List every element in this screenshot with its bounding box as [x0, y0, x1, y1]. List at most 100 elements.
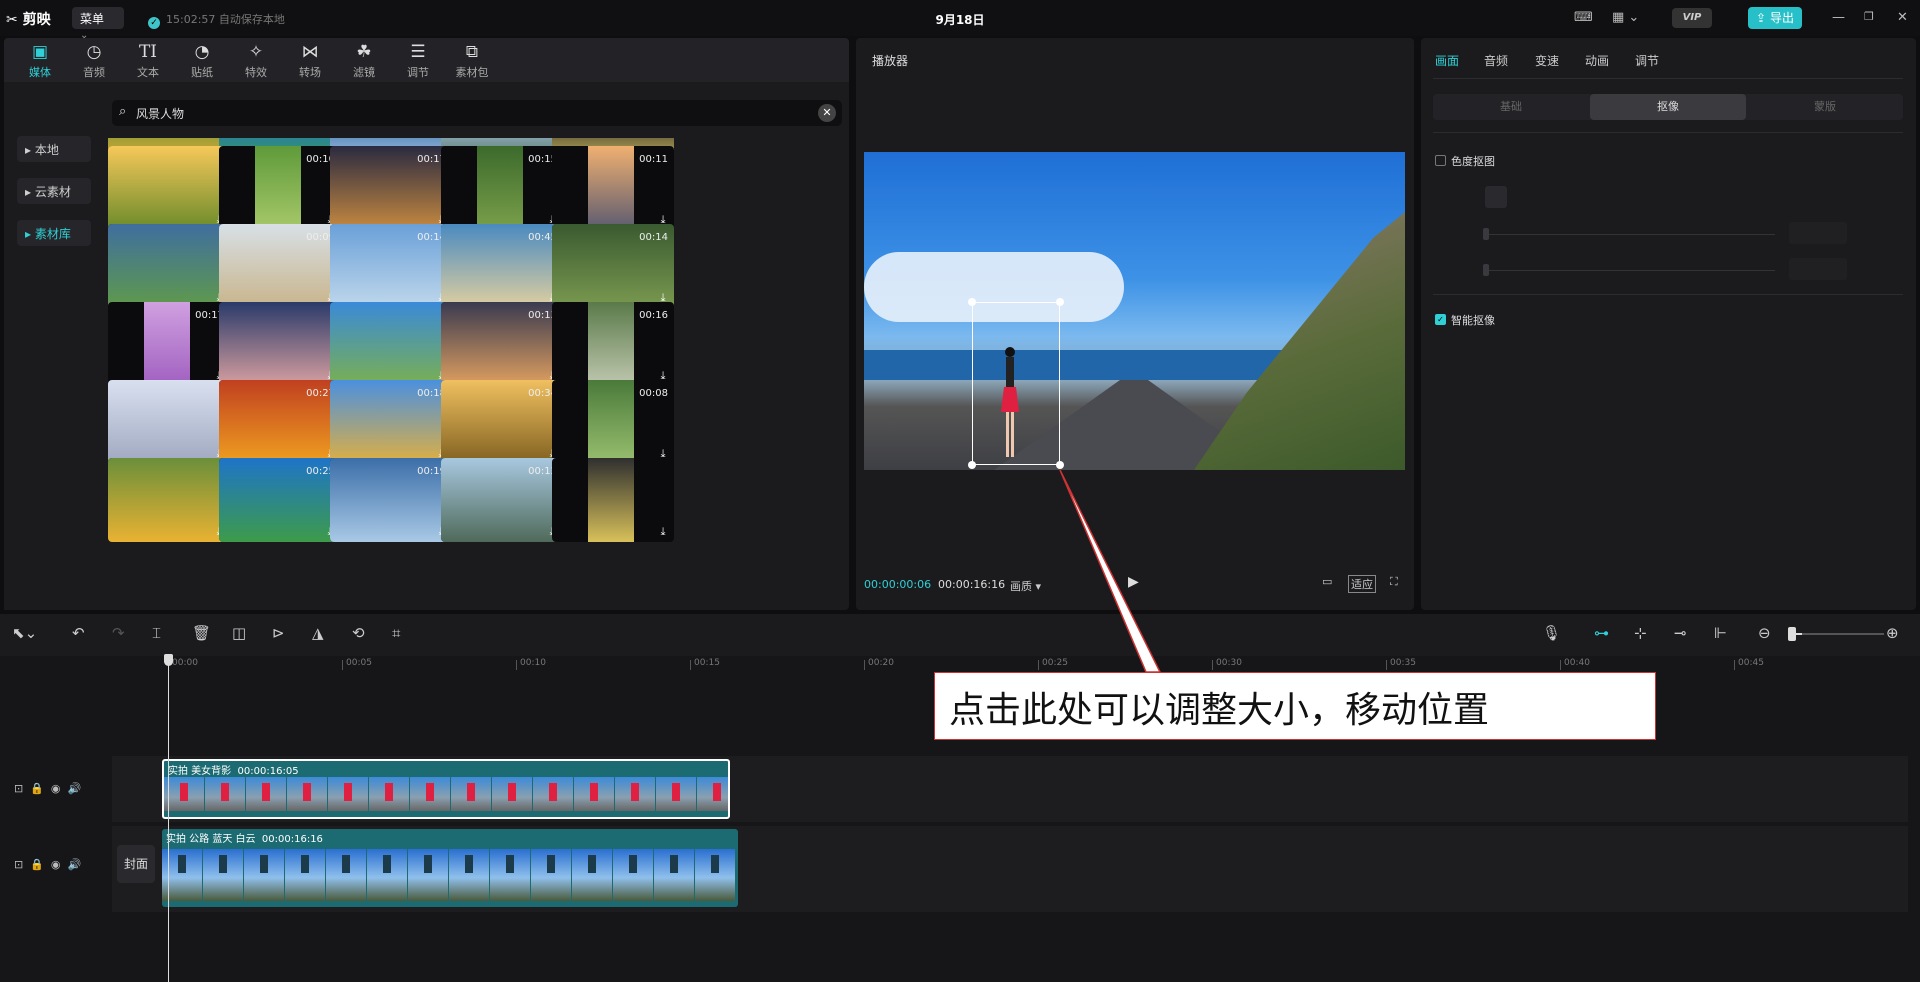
restore-icon[interactable]: ❐: [1864, 10, 1874, 23]
track-video-icon[interactable]: ⊡: [14, 858, 23, 871]
media-thumbnail[interactable]: ⤓: [108, 458, 230, 542]
media-thumbnail[interactable]: 00:13⤓: [441, 302, 563, 386]
media-thumbnail[interactable]: 00:14⤓: [330, 224, 452, 308]
zoom-in-icon[interactable]: ⊕: [1886, 624, 1899, 642]
close-icon[interactable]: ✕: [1897, 10, 1908, 25]
undo-icon[interactable]: ↶: [72, 624, 85, 642]
adapt-button[interactable]: 适应: [1348, 575, 1376, 593]
tab-text[interactable]: TI 文本: [122, 42, 174, 80]
intensity-slider[interactable]: [1485, 234, 1775, 235]
cover-button[interactable]: 封面: [117, 845, 155, 883]
select-tool-icon[interactable]: ⬉⌄: [12, 624, 37, 642]
layout-icon[interactable]: ▦ ⌄: [1612, 10, 1639, 25]
microphone-icon[interactable]: 🎙: [1542, 624, 1561, 642]
sidebar-item-cloud[interactable]: ▸ 云素材: [17, 178, 91, 204]
tab-transition[interactable]: ⋈ 转场: [284, 42, 336, 80]
video-preview[interactable]: ⟳: [864, 152, 1405, 470]
crop-icon[interactable]: ⌗: [392, 624, 400, 642]
segment-cutout[interactable]: 抠像: [1590, 94, 1746, 120]
speaker-icon[interactable]: 🔊: [68, 782, 82, 795]
minimize-icon[interactable]: —: [1832, 10, 1845, 25]
clip-woman[interactable]: 实拍 美女背影 00:00:16:05: [162, 759, 730, 819]
chroma-key-checkbox[interactable]: [1435, 155, 1446, 166]
link-icon[interactable]: ⊸: [1674, 624, 1687, 642]
media-thumbnail[interactable]: 00:25⤓: [219, 458, 341, 542]
split-icon[interactable]: ⌶: [152, 624, 161, 642]
fullscreen-icon[interactable]: ⛶: [1390, 575, 1398, 589]
media-thumbnail[interactable]: 00:11 ⤓: [552, 146, 674, 230]
search-input[interactable]: ⌕ 风景人物 ✕: [112, 100, 842, 126]
lock-icon[interactable]: 🔒: [30, 858, 44, 871]
tab-filter[interactable]: ☘ 滤镜: [338, 42, 390, 80]
rotate-icon[interactable]: ⟲: [352, 624, 365, 642]
shadow-slider[interactable]: [1485, 270, 1775, 271]
media-thumbnail[interactable]: ⤓: [108, 380, 230, 464]
tab-package[interactable]: ⧉ 素材包: [446, 42, 498, 80]
zoom-slider[interactable]: [1802, 633, 1884, 635]
media-thumbnail[interactable]: 00:10⤓: [219, 146, 341, 230]
media-thumbnail[interactable]: 00:17⤓: [330, 146, 452, 230]
playhead[interactable]: [168, 654, 169, 982]
play-icon[interactable]: ▶: [1128, 574, 1139, 590]
clip-road[interactable]: 实拍 公路 蓝天 白云 00:00:16:16: [162, 829, 738, 907]
track-video-icon[interactable]: ⊡: [14, 782, 23, 795]
media-thumbnail[interactable]: 00:18⤓: [330, 380, 452, 464]
tab-audio[interactable]: ◷ 音频: [68, 42, 120, 80]
intensity-slider-knob[interactable]: [1483, 228, 1489, 240]
tab-adjust-props[interactable]: 调节: [1635, 52, 1659, 69]
playhead-knob[interactable]: [164, 654, 173, 666]
media-thumbnail[interactable]: 00:12⤓: [441, 458, 563, 542]
resize-handle-tl[interactable]: [968, 298, 976, 306]
media-thumbnail[interactable]: ⤓: [552, 458, 674, 542]
keyboard-icon[interactable]: ⌨: [1574, 10, 1593, 25]
media-thumbnail[interactable]: 00:45⤓: [441, 224, 563, 308]
shadow-input[interactable]: [1789, 258, 1847, 280]
redo-icon[interactable]: ↷: [112, 624, 125, 642]
export-button[interactable]: ⇪ 导出: [1748, 7, 1802, 29]
eye-icon[interactable]: ◉: [51, 782, 61, 795]
sidebar-item-local[interactable]: ▸ 本地: [17, 136, 91, 162]
tab-effects[interactable]: ✧ 特效: [230, 42, 282, 80]
quality-dropdown[interactable]: 画质 ▾: [1010, 578, 1041, 594]
media-thumbnail[interactable]: ⤓: [219, 302, 341, 386]
download-icon[interactable]: ⤓: [656, 525, 670, 539]
media-thumbnail[interactable]: 00:16 ⤓: [552, 302, 674, 386]
tab-audio-props[interactable]: 音频: [1484, 52, 1508, 69]
media-thumbnail[interactable]: 00:34⤓: [441, 380, 563, 464]
freeze-icon[interactable]: ◫: [232, 624, 246, 642]
selection-box[interactable]: [972, 302, 1060, 465]
media-thumbnail[interactable]: 00:19⤓: [330, 458, 452, 542]
preview-axis-icon[interactable]: ⊩: [1714, 624, 1727, 642]
segment-basic[interactable]: 基础: [1433, 94, 1589, 120]
media-thumbnail[interactable]: 00:09⤓: [219, 224, 341, 308]
snap-icon[interactable]: ⊹: [1634, 624, 1647, 642]
vip-badge[interactable]: VIP: [1672, 8, 1712, 28]
lock-icon[interactable]: 🔒: [30, 782, 44, 795]
resize-handle-bl[interactable]: [968, 461, 976, 469]
tab-picture[interactable]: 画面: [1435, 52, 1459, 69]
resize-handle-br[interactable]: [1056, 461, 1064, 469]
media-thumbnail[interactable]: 00:08 ⤓: [552, 380, 674, 464]
media-thumbnail[interactable]: ⤓: [108, 146, 230, 230]
zoom-slider-knob[interactable]: [1788, 627, 1796, 641]
clear-search-icon[interactable]: ✕: [818, 104, 836, 122]
resize-handle-tr[interactable]: [1056, 298, 1064, 306]
media-thumbnail[interactable]: ⤓: [108, 224, 230, 308]
tab-media[interactable]: ▣ 媒体: [14, 42, 66, 80]
media-thumbnail[interactable]: ⤓: [330, 302, 452, 386]
color-picker-swatch[interactable]: [1485, 186, 1507, 208]
intensity-input[interactable]: [1789, 222, 1847, 244]
smart-cutout-checkbox[interactable]: ✓: [1435, 314, 1446, 325]
mirror-icon[interactable]: ◮: [312, 624, 324, 642]
tab-adjust[interactable]: ☰ 调节: [392, 42, 444, 80]
zoom-out-icon[interactable]: ⊖: [1758, 624, 1771, 642]
media-thumbnail[interactable]: 00:27⤓: [219, 380, 341, 464]
reverse-icon[interactable]: ⊳: [272, 624, 285, 642]
shadow-slider-knob[interactable]: [1483, 264, 1489, 276]
sidebar-item-library[interactable]: ▸ 素材库: [17, 220, 91, 246]
tab-sticker[interactable]: ◔ 贴纸: [176, 42, 228, 80]
tab-speed[interactable]: 变速: [1535, 52, 1559, 69]
tab-animation[interactable]: 动画: [1585, 52, 1609, 69]
speaker-icon[interactable]: 🔊: [68, 858, 82, 871]
waveform-icon[interactable]: ▭: [1322, 575, 1332, 588]
